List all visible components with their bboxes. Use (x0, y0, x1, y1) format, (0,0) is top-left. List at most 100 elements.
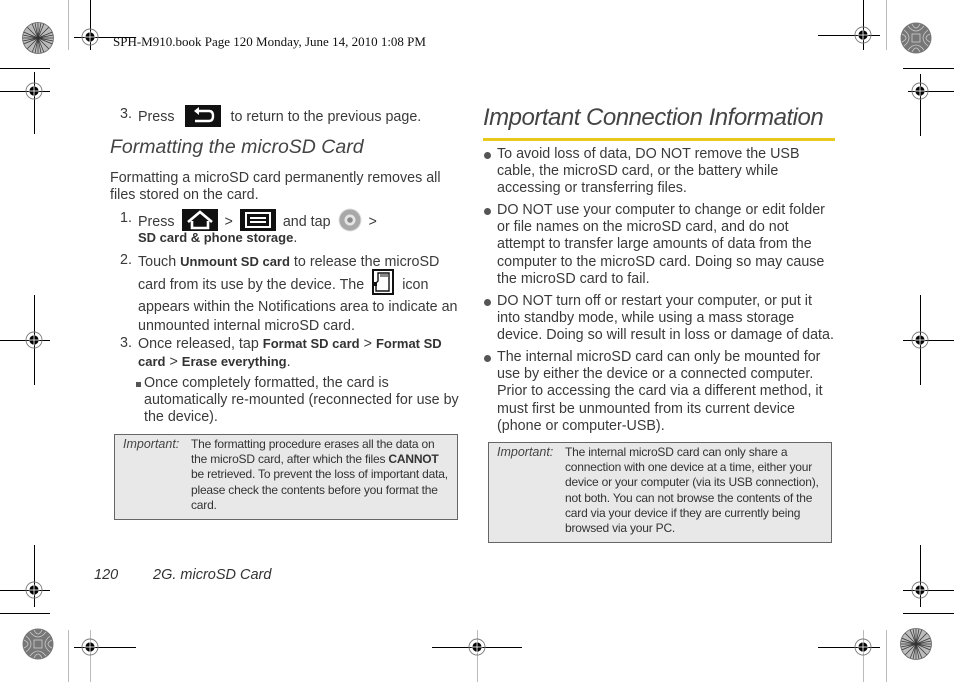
step-2: 2. Touch Unmount SD card to release the … (120, 252, 465, 334)
bullet-text: computer to the microSD card. Doing so m… (497, 253, 825, 270)
crop-mark (0, 68, 50, 69)
path-separator: > (363, 336, 372, 352)
step-text: icon (402, 276, 429, 293)
bullet-text: cable, the microSD card, or the battery … (497, 163, 779, 180)
square-bullet-icon (136, 382, 141, 387)
menu-path: SD card & phone storage (138, 230, 294, 245)
note-text: be retrieved. To prevent the loss of imp… (191, 467, 448, 482)
bullet-text: or file names on the microSD card, and d… (497, 219, 789, 236)
bullet-text: DO NOT use your computer to change or ed… (497, 202, 825, 218)
step-text: Touch (138, 254, 177, 270)
registration-mark-icon (467, 637, 487, 657)
home-key-icon (181, 209, 218, 231)
bullet-text: accessing or transferring files. (497, 180, 687, 197)
step-text: unmounted internal microSD card. (138, 318, 355, 334)
printer-rosette-icon (22, 22, 54, 54)
bullet-text: Once completely formatted, the card is (144, 375, 389, 391)
registration-mark-icon (853, 637, 873, 657)
bullet-icon (484, 152, 491, 159)
footer-section-name: 2G. microSD Card (153, 567, 272, 583)
bullet-text: DO NOT turn off or restart your computer… (497, 293, 812, 309)
registration-mark-icon (853, 25, 873, 45)
bullet-text: into standby mode, while using a mass st… (497, 310, 795, 327)
bullet-text: To avoid loss of data, DO NOT remove the… (497, 146, 800, 162)
section-title-formatting: Formatting the microSD Card (110, 136, 364, 158)
bullet-text: automatically re-mounted (reconnected fo… (144, 392, 459, 408)
step-number: 3. (120, 106, 132, 122)
note-text: The formatting procedure erases all the … (191, 437, 435, 451)
step-text: to return to the previous page. (230, 108, 422, 125)
menu-option: Unmount SD card (180, 254, 290, 269)
bullet-text: use by either the device or a connected … (497, 366, 814, 383)
bullet-text: attempt to transfer large amounts of dat… (497, 236, 812, 253)
note-text: card. (191, 497, 217, 512)
printer-rosette-icon (900, 628, 932, 660)
important-label: Important: (123, 437, 180, 451)
bullet-icon (484, 299, 491, 306)
bullet-text: the microSD card to fail. (497, 270, 650, 287)
crop-mark (903, 68, 954, 69)
step-number: 3. (120, 335, 132, 351)
punctuation: . (286, 354, 291, 370)
step-text: and tap (282, 213, 331, 230)
step-text: appears within the Notifications area to… (138, 299, 458, 315)
important-label: Important: (497, 445, 554, 459)
bullet-text: must first be unmounted from its current… (497, 400, 795, 417)
crop-mark (68, 630, 69, 682)
note-text: card via your device if they are current… (565, 505, 801, 520)
sub-bullet: Once completely formatted, the card is a… (136, 375, 466, 426)
registration-mark-icon (910, 330, 930, 350)
print-slug: SPH-M910.book Page 120 Monday, June 14, … (113, 34, 426, 49)
important-note-formatting: Important: The formatting procedure eras… (114, 434, 458, 520)
note-text: device or your computer (via its USB con… (565, 475, 819, 490)
crop-mark (0, 613, 50, 614)
step-text: Once released, tap (138, 336, 259, 352)
step-text: to release the microSD (293, 254, 440, 270)
step-text: Press (138, 213, 175, 230)
path-separator: > (224, 213, 233, 230)
note-text: browsed via your PC. (565, 521, 676, 536)
note-text: The internal microSD card can only share… (565, 445, 788, 459)
crop-mark (68, 0, 69, 50)
menu-path: Format SD card (262, 336, 360, 351)
sd-card-notification-icon (372, 269, 395, 295)
registration-mark-icon (910, 81, 930, 101)
registration-mark-icon (80, 637, 100, 657)
registration-mark-icon (24, 330, 44, 350)
menu-path: card (138, 354, 166, 369)
printer-rosette-icon (22, 628, 54, 660)
registration-mark-icon (910, 580, 930, 600)
crop-mark (886, 0, 887, 50)
bullet-text: the device). (144, 409, 218, 425)
bullet-text: Prior to accessing the card via a differ… (497, 383, 823, 400)
note-text: not both. You can not browse the content… (565, 490, 813, 505)
step-number: 2. (120, 252, 132, 268)
step-3: 3. Once released, tap Format SD card > F… (120, 335, 465, 373)
menu-path: Erase everything (181, 354, 287, 369)
menu-path: Format SD (375, 336, 442, 351)
bullet-icon (484, 355, 491, 362)
settings-icon (338, 208, 362, 232)
registration-mark-icon (80, 27, 100, 47)
note-text: the microSD card, after which the files (191, 452, 386, 467)
path-separator: > (368, 213, 377, 230)
crop-mark (903, 613, 954, 614)
menu-key-icon (239, 209, 276, 231)
step-number: 1. (120, 210, 132, 226)
bullet-text: (phone or computer-USB). (497, 417, 665, 434)
note-text: connection with one device at a time, ei… (565, 460, 813, 475)
step-return-previous: 3. Press to return to the previous page. (120, 105, 480, 127)
section-title-connection: Important Connection Information (483, 104, 824, 131)
formatting-intro: Formatting a microSD card permanently re… (110, 170, 441, 203)
section-underline (483, 138, 835, 141)
printer-rosette-icon (900, 22, 932, 54)
emphasis-text: CANNOT (388, 452, 439, 467)
note-text: please check the contents before you for… (191, 482, 438, 497)
bullet-icon (484, 208, 491, 215)
crop-mark (886, 630, 887, 682)
registration-mark-icon (24, 580, 44, 600)
punctuation: . (293, 230, 298, 246)
path-separator: > (169, 354, 178, 370)
step-text: card from its use by the device. The (138, 276, 365, 293)
back-key-icon (184, 105, 221, 127)
